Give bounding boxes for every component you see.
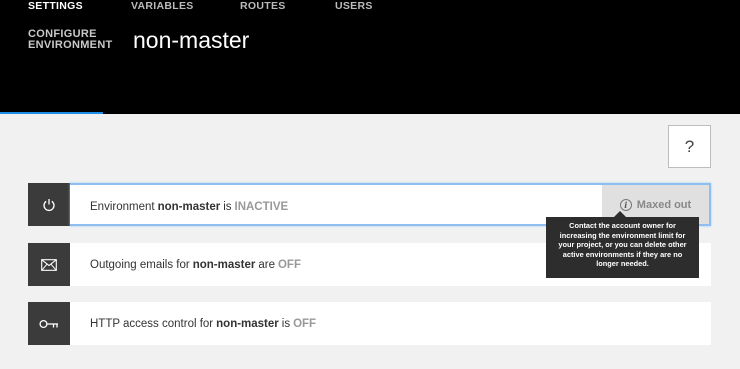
tab-routes[interactable]: ROUTES: [240, 0, 286, 28]
outgoing-emails-env: non-master: [192, 258, 256, 271]
http-access-row: HTTP access control for non-master is OF…: [28, 302, 711, 345]
http-access-env: non-master: [216, 317, 279, 330]
outgoing-emails-text: Outgoing emails for non-master are OFF: [90, 258, 301, 271]
brand-title: CONFIGURE ENVIRONMENT: [28, 29, 113, 51]
environment-name: non-master: [133, 27, 250, 53]
environment-status-text: Environment non-master is INACTIVE: [90, 200, 289, 213]
http-access-content: HTTP access control for non-master is OF…: [70, 302, 711, 345]
header: CONFIGURE ENVIRONMENT non-master SETTING…: [0, 0, 740, 114]
key-icon[interactable]: [28, 302, 70, 345]
tab-variables[interactable]: VARIABLES: [131, 0, 194, 28]
help-button[interactable]: ?: [668, 125, 711, 168]
http-access-text: HTTP access control for non-master is OF…: [90, 317, 317, 330]
tab-settings[interactable]: SETTINGS: [28, 0, 83, 28]
info-icon: i: [619, 198, 632, 211]
http-access-status: OFF: [293, 317, 317, 330]
brand-line-2: ENVIRONMENT: [28, 39, 113, 51]
outgoing-emails-status: OFF: [277, 258, 301, 271]
active-tab-indicator: [0, 112, 103, 114]
envelope-icon[interactable]: [28, 243, 70, 286]
maxed-out-tooltip: Contact the account owner for increasing…: [546, 211, 699, 278]
environment-status-value: INACTIVE: [234, 200, 289, 213]
environment-status-env: non-master: [157, 200, 221, 213]
power-icon[interactable]: [28, 183, 70, 226]
tab-users[interactable]: USERS: [335, 0, 373, 28]
maxed-out-label: Maxed out: [636, 198, 692, 211]
